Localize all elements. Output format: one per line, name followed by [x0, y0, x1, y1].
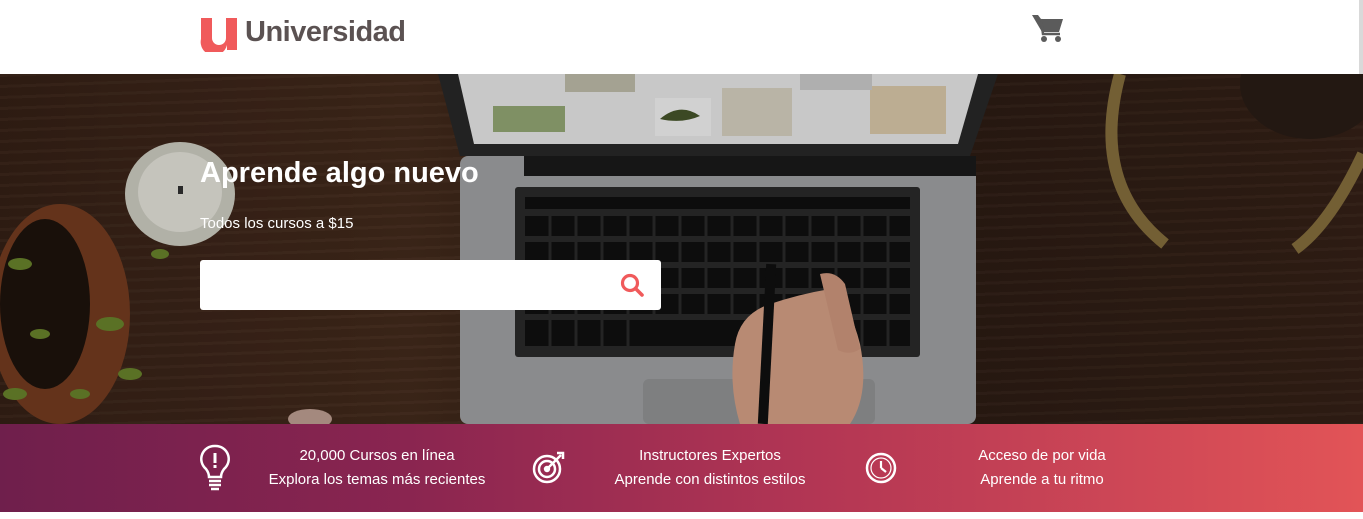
- feature-instructors-desc: Aprende con distintos estilos: [614, 471, 806, 488]
- search-icon[interactable]: [618, 272, 648, 298]
- scrollbar[interactable]: [1359, 0, 1363, 74]
- hero-overlay: [0, 74, 1363, 424]
- hero-title: Aprende algo nuevo: [200, 157, 479, 189]
- feature-access-title: Acceso de por vida: [978, 447, 1106, 464]
- hero-banner: Aprende algo nuevo Todos los cursos a $1…: [0, 74, 1363, 424]
- feature-access-desc: Aprende a tu ritmo: [980, 471, 1104, 488]
- hero-subtitle: Todos los cursos a $15: [200, 215, 354, 232]
- feature-access: Acceso de por vida Aprende a tu ritmo: [952, 444, 1132, 492]
- feature-courses-desc: Explora los temas más recientes: [268, 471, 486, 488]
- logo-text: Universidad: [245, 15, 406, 48]
- shopping-cart-icon[interactable]: [1031, 13, 1065, 43]
- feature-instructors: Instructores Expertos Aprende con distin…: [600, 444, 820, 492]
- site-logo[interactable]: Universidad: [199, 12, 406, 52]
- feature-courses: 20,000 Cursos en línea Explora los temas…: [262, 444, 492, 492]
- feature-courses-title: 20,000 Cursos en línea: [299, 447, 455, 464]
- lightbulb-icon: [200, 444, 230, 491]
- search-box: [200, 260, 661, 310]
- clock-icon: [865, 452, 897, 484]
- site-header: Universidad: [0, 0, 1363, 74]
- target-icon: [532, 451, 565, 484]
- logo-mark-icon: [200, 18, 237, 52]
- features-band: 20,000 Cursos en línea Explora los temas…: [0, 424, 1363, 512]
- feature-instructors-title: Instructores Expertos: [639, 447, 781, 464]
- search-input[interactable]: [200, 260, 600, 310]
- page-bottom-divider: [0, 512, 1363, 519]
